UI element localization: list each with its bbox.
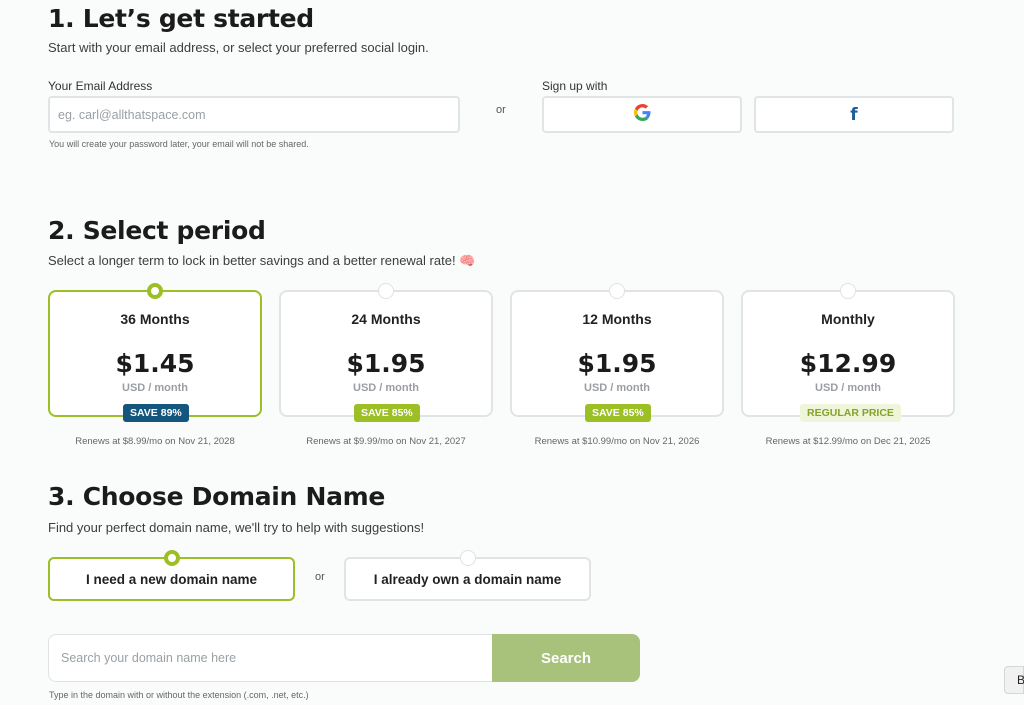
- plan-period: USD / month: [122, 382, 188, 394]
- google-signup-button[interactable]: [542, 96, 742, 133]
- plan-period: USD / month: [584, 382, 650, 394]
- option-new-domain-label: I need a new domain name: [85, 571, 258, 587]
- plan-price: $1.45: [115, 349, 195, 378]
- step2-subtitle: Select a longer term to lock in better s…: [48, 253, 476, 268]
- or-separator: or: [315, 571, 325, 583]
- renewal-note: Renews at $8.99/mo on Nov 21, 2028: [75, 436, 235, 447]
- plan-card-monthly[interactable]: Monthly $12.99 USD / month: [741, 290, 955, 417]
- plan-name: 36 Months: [120, 311, 190, 327]
- google-icon: [633, 103, 651, 126]
- save-badge: SAVE 85%: [585, 404, 651, 422]
- plan-radio-24-months[interactable]: [378, 283, 394, 299]
- search-button[interactable]: Search: [492, 634, 640, 682]
- search-note: Type in the domain with or without the e…: [49, 690, 309, 700]
- step1-title: 1. Let’s get started: [48, 4, 314, 33]
- plan-name: 24 Months: [351, 311, 421, 327]
- renewal-note: Renews at $12.99/mo on Dec 21, 2025: [765, 436, 931, 447]
- email-note: You will create your password later, you…: [49, 139, 309, 149]
- plan-radio-36-months[interactable]: [147, 283, 163, 299]
- plan-period: USD / month: [353, 382, 419, 394]
- radio-new-domain[interactable]: [164, 550, 180, 566]
- facebook-icon: f: [850, 104, 858, 125]
- renewal-note: Renews at $9.99/mo on Nov 21, 2027: [306, 436, 466, 447]
- plan-card-36-months[interactable]: 36 Months $1.45 USD / month: [48, 290, 262, 417]
- plan-price: $1.95: [577, 349, 657, 378]
- email-field[interactable]: eg. carl@allthatspace.com: [48, 96, 460, 133]
- step1-subtitle: Start with your email address, or select…: [48, 40, 429, 55]
- plan-period: USD / month: [815, 382, 881, 394]
- email-label: Your Email Address: [48, 79, 153, 93]
- plan-radio-12-months[interactable]: [609, 283, 625, 299]
- renewal-note: Renews at $10.99/mo on Nov 21, 2026: [534, 436, 700, 447]
- regular-price-badge: REGULAR PRICE: [800, 404, 901, 422]
- email-placeholder: eg. carl@allthatspace.com: [58, 107, 206, 122]
- radio-own-domain[interactable]: [460, 550, 476, 566]
- plan-radio-monthly[interactable]: [840, 283, 856, 299]
- save-badge: SAVE 85%: [354, 404, 420, 422]
- domain-search-input[interactable]: Search your domain name here: [48, 634, 493, 682]
- plan-card-24-months[interactable]: 24 Months $1.95 USD / month: [279, 290, 493, 417]
- step3-subtitle: Find your perfect domain name, we'll try…: [48, 520, 425, 535]
- facebook-signup-button[interactable]: f: [754, 96, 954, 133]
- plan-card-12-months[interactable]: 12 Months $1.95 USD / month: [510, 290, 724, 417]
- save-badge: SAVE 89%: [123, 404, 189, 422]
- option-own-domain-label: I already own a domain name: [373, 571, 562, 587]
- or-separator: or: [496, 104, 506, 116]
- floating-edge-button[interactable]: B: [1004, 666, 1024, 694]
- domain-search-placeholder: Search your domain name here: [61, 651, 237, 665]
- signup-label: Sign up with: [542, 79, 608, 93]
- step3-title: 3. Choose Domain Name: [48, 482, 386, 511]
- plan-price: $1.95: [346, 349, 426, 378]
- plan-name: 12 Months: [582, 311, 652, 327]
- step2-title: 2. Select period: [48, 216, 266, 245]
- plan-name: Monthly: [821, 311, 875, 327]
- plan-price: $12.99: [799, 349, 897, 378]
